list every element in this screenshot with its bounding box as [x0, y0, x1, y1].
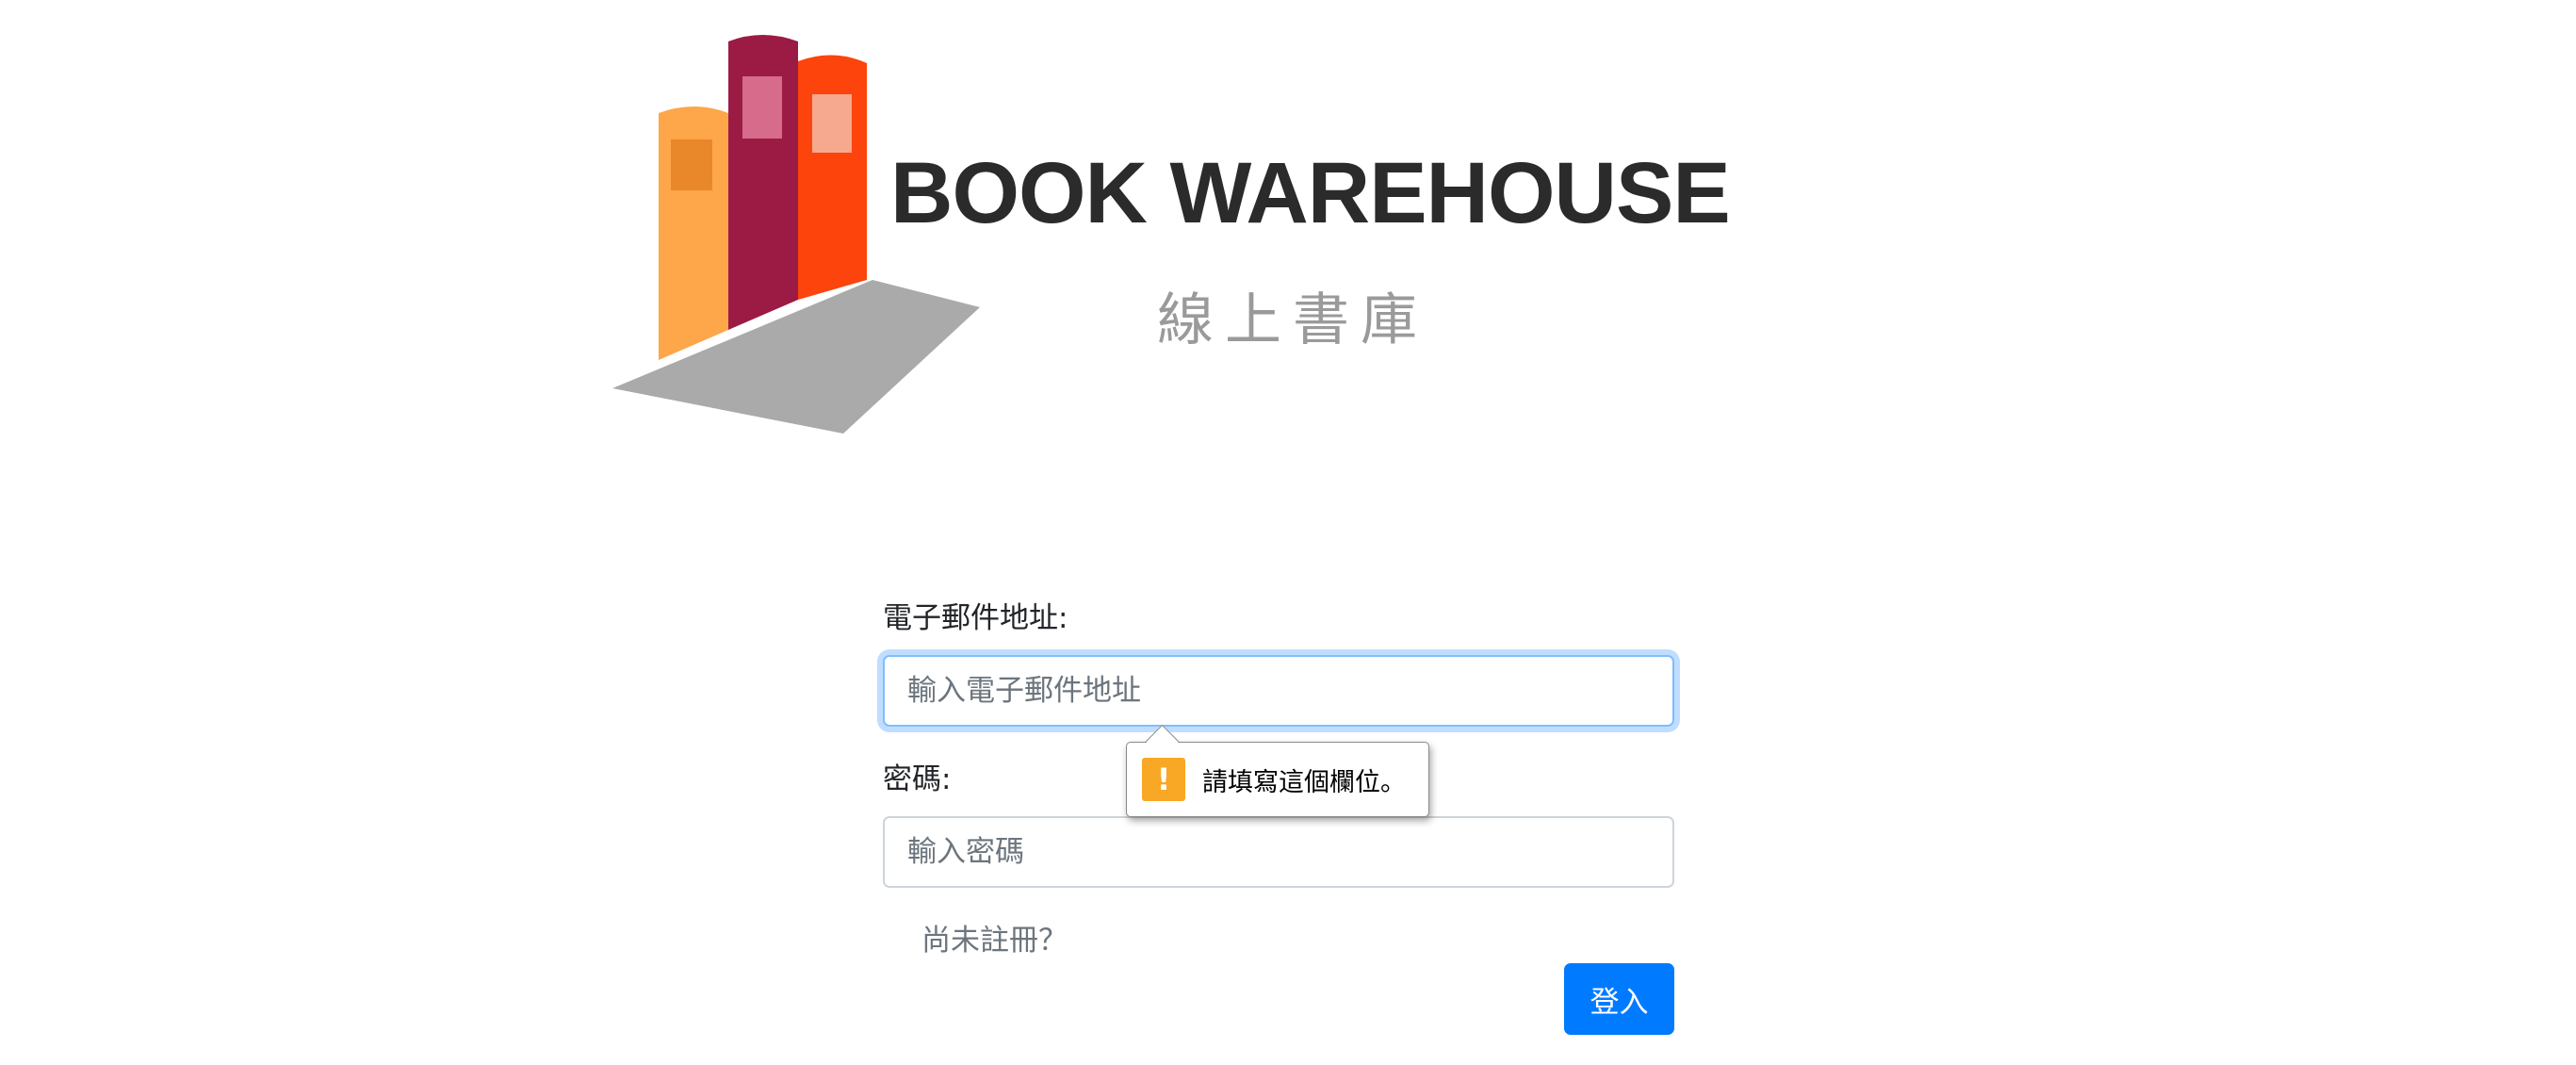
password-label: 密碼:	[883, 762, 952, 796]
validation-tooltip: ! 請填寫這個欄位。	[1126, 724, 1429, 817]
tooltip-arrow	[1145, 724, 1180, 759]
warning-icon: !	[1142, 758, 1185, 801]
brand-title: BOOK WAREHOUSE	[890, 145, 1731, 241]
logo-book-red	[798, 55, 867, 300]
validation-message: 請填寫這個欄位。	[1202, 767, 1406, 797]
brand-subtitle: 線上書庫	[1157, 287, 1428, 353]
register-link[interactable]: 尚未註冊？	[921, 922, 1068, 959]
logo-book-maroon-label	[742, 76, 782, 139]
logo-book-orange-label	[671, 139, 712, 190]
logo-book-red-label	[812, 94, 852, 153]
email-input[interactable]	[883, 655, 1674, 727]
password-input[interactable]	[883, 816, 1674, 888]
email-label: 電子郵件地址:	[883, 601, 1068, 635]
login-button[interactable]: 登入	[1564, 963, 1674, 1035]
